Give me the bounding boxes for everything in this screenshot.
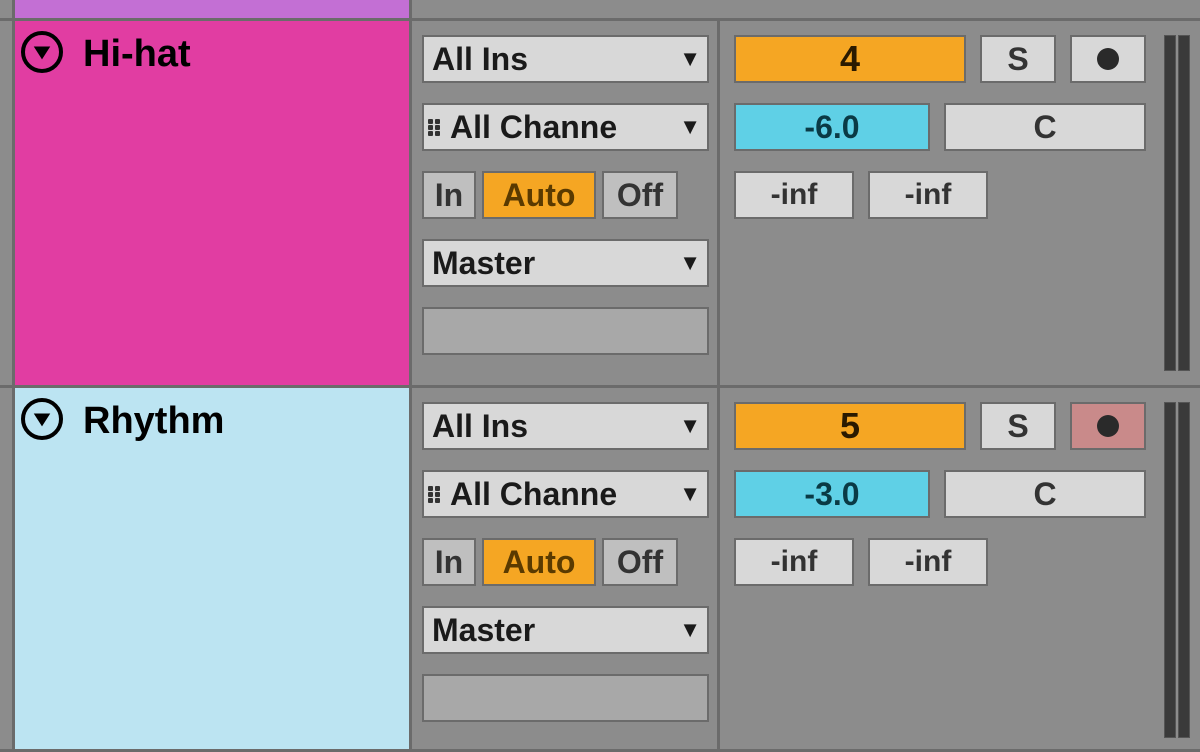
- pan-value[interactable]: C: [944, 103, 1146, 151]
- monitor-auto-button[interactable]: Auto: [482, 538, 596, 586]
- dropdown-arrow-icon: ▼: [679, 413, 701, 439]
- track-name-label[interactable]: Hi-hat: [83, 31, 191, 76]
- input-routing-label: All Ins: [432, 408, 528, 445]
- record-icon: [1093, 411, 1123, 441]
- monitor-in-button[interactable]: In: [422, 171, 476, 219]
- send-b-value[interactable]: -inf: [868, 538, 988, 586]
- volume-value[interactable]: -6.0: [734, 103, 930, 151]
- output-routing-label: Master: [432, 245, 535, 282]
- mixer-section: 4 S -6.0 C -inf -inf: [720, 21, 1200, 385]
- dropdown-arrow-icon: ▼: [679, 114, 701, 140]
- monitor-toggle-group: In Auto Off: [422, 171, 709, 219]
- io-section: All Ins ▼ All Channe ▼ In Auto Off Maste…: [412, 21, 720, 385]
- midi-ports-icon: [428, 486, 440, 503]
- mixer-section: 5 S -3.0 C -inf -inf: [720, 388, 1200, 752]
- input-channel-label: All Channe: [450, 109, 617, 146]
- output-routing-label: Master: [432, 612, 535, 649]
- input-routing-label: All Ins: [432, 41, 528, 78]
- volume-value[interactable]: -3.0: [734, 470, 930, 518]
- track-row: Rhythm All Ins ▼ All Channe ▼ In Auto Of…: [0, 385, 1200, 752]
- input-channel-dropdown[interactable]: All Channe ▼: [422, 470, 709, 518]
- input-routing-dropdown[interactable]: All Ins ▼: [422, 402, 709, 450]
- meter-bar: [1178, 402, 1190, 738]
- send-b-value[interactable]: -inf: [868, 171, 988, 219]
- output-routing-dropdown[interactable]: Master ▼: [422, 606, 709, 654]
- track-header[interactable]: Hi-hat: [12, 21, 412, 385]
- output-channel-dropdown[interactable]: [422, 307, 709, 355]
- output-channel-dropdown[interactable]: [422, 674, 709, 722]
- track-list: Hi-hat All Ins ▼ All Channe ▼ In Auto Of…: [0, 0, 1200, 752]
- track-fold-button[interactable]: [21, 398, 63, 440]
- level-meters: [1160, 388, 1200, 752]
- previous-track-footer: [12, 0, 412, 18]
- solo-button[interactable]: S: [980, 402, 1056, 450]
- track-activator-button[interactable]: 5: [734, 402, 966, 450]
- arm-record-button[interactable]: [1070, 35, 1146, 83]
- send-a-value[interactable]: -inf: [734, 538, 854, 586]
- meter-bar: [1164, 35, 1176, 371]
- input-channel-label: All Channe: [450, 476, 617, 513]
- input-channel-dropdown[interactable]: All Channe ▼: [422, 103, 709, 151]
- io-section: All Ins ▼ All Channe ▼ In Auto Off Maste…: [412, 388, 720, 752]
- meter-bar: [1178, 35, 1190, 371]
- chevron-down-icon: [31, 408, 53, 430]
- track-name-label[interactable]: Rhythm: [83, 398, 224, 443]
- dropdown-arrow-icon: ▼: [679, 617, 701, 643]
- track-header[interactable]: Rhythm: [12, 388, 412, 752]
- record-icon: [1093, 44, 1123, 74]
- solo-button[interactable]: S: [980, 35, 1056, 83]
- arm-record-button[interactable]: [1070, 402, 1146, 450]
- track-row: Hi-hat All Ins ▼ All Channe ▼ In Auto Of…: [0, 18, 1200, 385]
- monitor-off-button[interactable]: Off: [602, 538, 678, 586]
- dropdown-arrow-icon: ▼: [679, 46, 701, 72]
- input-routing-dropdown[interactable]: All Ins ▼: [422, 35, 709, 83]
- pan-value[interactable]: C: [944, 470, 1146, 518]
- send-a-value[interactable]: -inf: [734, 171, 854, 219]
- track-activator-button[interactable]: 4: [734, 35, 966, 83]
- monitor-auto-button[interactable]: Auto: [482, 171, 596, 219]
- meter-bar: [1164, 402, 1176, 738]
- dropdown-arrow-icon: ▼: [679, 481, 701, 507]
- output-routing-dropdown[interactable]: Master ▼: [422, 239, 709, 287]
- monitor-off-button[interactable]: Off: [602, 171, 678, 219]
- midi-ports-icon: [428, 119, 440, 136]
- dropdown-arrow-icon: ▼: [679, 250, 701, 276]
- monitor-in-button[interactable]: In: [422, 538, 476, 586]
- track-fold-button[interactable]: [21, 31, 63, 73]
- monitor-toggle-group: In Auto Off: [422, 538, 709, 586]
- level-meters: [1160, 21, 1200, 385]
- chevron-down-icon: [31, 41, 53, 63]
